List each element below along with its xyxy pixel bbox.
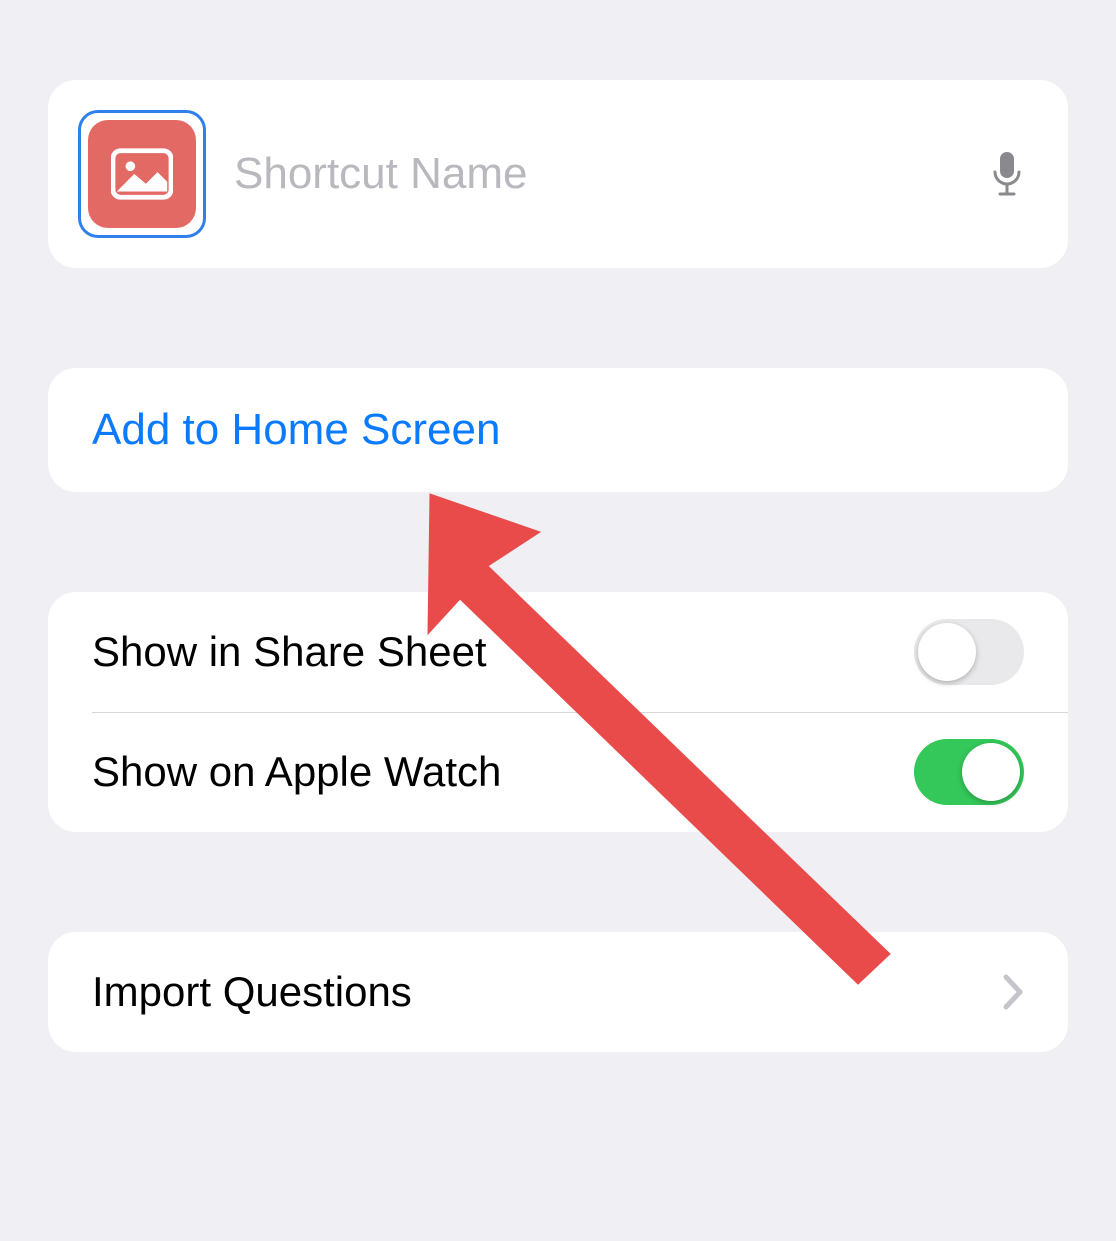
import-questions-group: Import Questions: [48, 932, 1068, 1052]
shortcut-name-input[interactable]: [234, 149, 990, 199]
apple-watch-toggle[interactable]: [914, 739, 1024, 805]
share-sheet-label: Show in Share Sheet: [92, 628, 914, 676]
toggle-knob: [962, 743, 1020, 801]
import-questions-button[interactable]: Import Questions: [48, 932, 1068, 1052]
import-questions-label: Import Questions: [92, 968, 1002, 1016]
apple-watch-label: Show on Apple Watch: [92, 748, 914, 796]
shortcut-name-group: [48, 80, 1068, 268]
toggle-knob: [918, 623, 976, 681]
picture-icon: [88, 120, 196, 228]
show-in-share-sheet-row: Show in Share Sheet: [48, 592, 1068, 712]
add-to-home-screen-group: Add to Home Screen: [48, 368, 1068, 492]
chevron-right-icon: [1002, 973, 1024, 1011]
show-on-apple-watch-row: Show on Apple Watch: [48, 712, 1068, 832]
share-sheet-toggle[interactable]: [914, 619, 1024, 685]
add-to-home-screen-label: Add to Home Screen: [92, 405, 500, 455]
add-to-home-screen-button[interactable]: Add to Home Screen: [48, 368, 1068, 492]
shortcut-icon-button[interactable]: [78, 110, 206, 238]
shortcut-name-row: [48, 80, 1068, 268]
visibility-toggles-group: Show in Share Sheet Show on Apple Watch: [48, 592, 1068, 832]
microphone-icon[interactable]: [990, 150, 1024, 198]
